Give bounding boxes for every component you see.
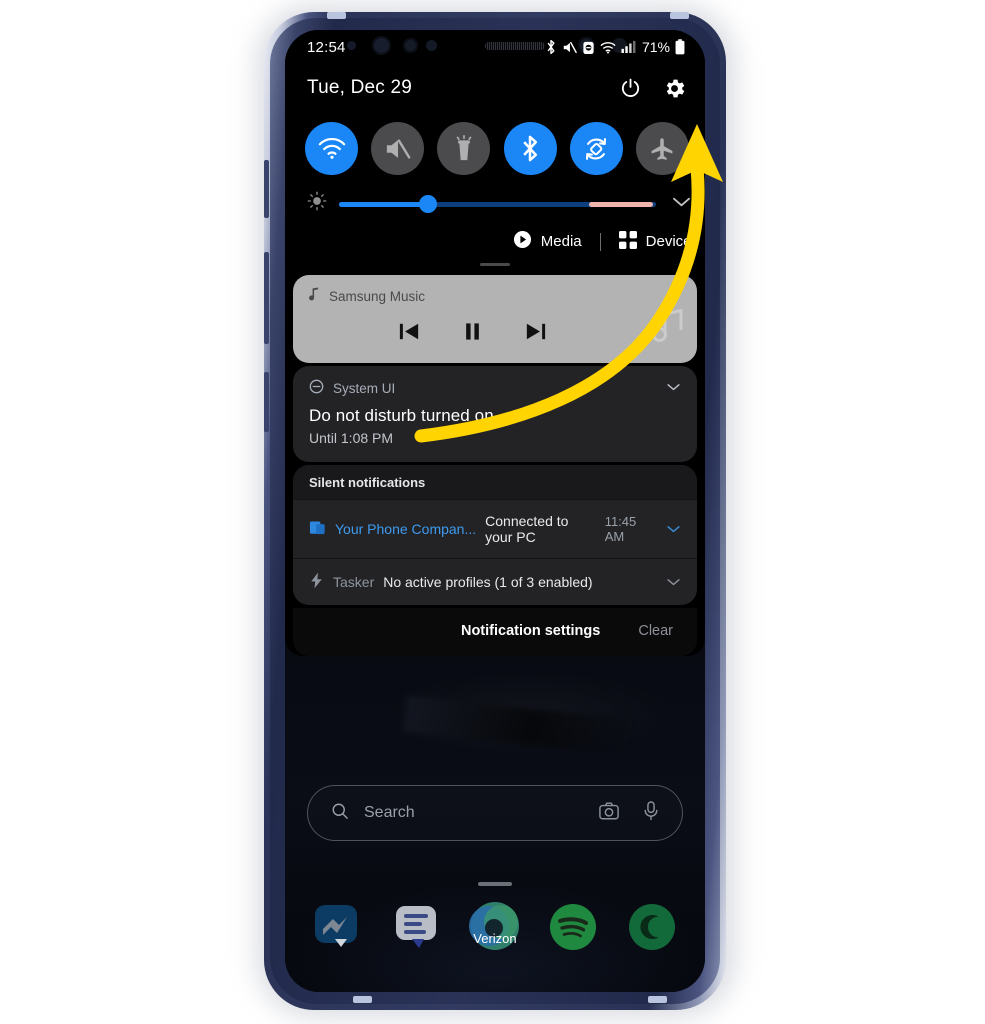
media-devices-row: Media Devices xyxy=(285,224,705,263)
brightness-row xyxy=(285,179,705,224)
volume-button[interactable] xyxy=(264,252,269,344)
brightness-fill xyxy=(339,201,428,207)
notification-time: 11:45 AM xyxy=(604,514,637,544)
dnd-subtitle: Until 1:08 PM xyxy=(309,430,394,446)
dock-app-messages[interactable] xyxy=(389,900,445,956)
dock-app-verizon[interactable]: Verizon xyxy=(467,900,523,956)
notification-shade: 12:54 71% Tue, Dec 29 Media Devices Sams… xyxy=(285,30,705,656)
notification-media-card[interactable]: Samsung Music xyxy=(293,275,697,363)
search-icon xyxy=(330,801,350,826)
your-phone-companion-icon xyxy=(309,519,326,539)
clear-button[interactable]: Clear xyxy=(638,623,673,639)
wallpaper-ridge xyxy=(403,696,637,756)
do-not-disturb-icon xyxy=(309,379,324,397)
status-bar: 12:54 71% xyxy=(285,30,705,64)
signal-icon xyxy=(621,40,636,54)
music-note-icon xyxy=(307,287,320,305)
quick-toggle-flashlight[interactable] xyxy=(437,122,491,175)
dock-app-cricket[interactable] xyxy=(624,900,680,956)
dnd-title: Do not disturb turned on xyxy=(309,406,494,425)
next-icon[interactable] xyxy=(523,319,548,349)
dock-app-label-verizon: Verizon xyxy=(473,931,517,946)
notification-body: Connected to your PC xyxy=(485,513,569,545)
frame-antenna-line-bottom-right xyxy=(648,996,667,1003)
panel-grabber[interactable] xyxy=(480,263,510,266)
tasker-bolt-icon xyxy=(309,572,324,592)
panel-header: Tue, Dec 29 xyxy=(285,64,705,112)
notification-row-tasker[interactable]: Tasker No active profiles (1 of 3 enable… xyxy=(293,558,697,605)
notification-settings-button[interactable]: Notification settings xyxy=(461,623,600,639)
camera-icon[interactable] xyxy=(598,801,620,826)
wifi-icon xyxy=(600,41,616,54)
chevron-down-icon[interactable] xyxy=(668,195,691,213)
phone-screen: Search Verizon 12:54 71% Tue, Dec 29 Med… xyxy=(285,30,705,992)
notification-app-name: Your Phone Compan... xyxy=(335,521,477,537)
chevron-down-icon[interactable] xyxy=(668,287,683,305)
brightness-icon xyxy=(307,191,327,216)
bixby-button[interactable] xyxy=(264,160,269,218)
quick-toggle-bluetooth[interactable] xyxy=(503,122,557,175)
notification-app-name: Tasker xyxy=(333,574,375,590)
notification-dnd-card[interactable]: System UI Do not disturb turned on Until… xyxy=(293,366,697,462)
quick-toggle-wifi[interactable] xyxy=(305,122,358,175)
gesture-home-bar[interactable] xyxy=(478,882,512,886)
app-dock: Verizon xyxy=(285,900,705,956)
devices-button-label: Devices xyxy=(645,233,699,250)
microphone-icon[interactable] xyxy=(642,800,660,827)
screenshot-stage: Search Verizon 12:54 71% Tue, Dec 29 Med… xyxy=(0,0,985,1024)
search-bar[interactable]: Search xyxy=(307,785,683,841)
quick-toggle-auto-rotate[interactable] xyxy=(569,122,623,175)
pause-icon[interactable] xyxy=(460,319,485,349)
media-button[interactable]: Media xyxy=(513,230,582,253)
mute-icon xyxy=(562,40,577,55)
panel-date: Tue, Dec 29 xyxy=(307,77,412,98)
media-button-label: Media xyxy=(540,233,582,250)
frame-antenna-line-top-left xyxy=(327,12,346,19)
dock-app-messenger[interactable] xyxy=(310,900,366,956)
quick-toggle-sound[interactable] xyxy=(371,122,425,175)
notification-list: Samsung Music System UI Do not disturb t… xyxy=(285,275,705,605)
silent-notifications-group: Silent notifications Your Phone Compan..… xyxy=(293,465,697,605)
bluetooth-icon xyxy=(545,39,557,55)
power-icon[interactable] xyxy=(619,77,642,100)
battery-percent-label: 71% xyxy=(641,39,670,55)
brightness-pink-segment xyxy=(589,201,653,207)
devices-grid-icon xyxy=(618,230,637,253)
notification-row-your-phone-companion[interactable]: Your Phone Compan... Connected to your P… xyxy=(293,499,697,558)
chevron-down-icon[interactable] xyxy=(666,379,681,397)
dnd-lock-icon xyxy=(582,40,595,55)
media-app-name: Samsung Music xyxy=(329,288,426,304)
brightness-thumb[interactable] xyxy=(418,194,437,213)
devices-button[interactable]: Devices xyxy=(618,230,699,253)
frame-antenna-line-top-right xyxy=(670,12,689,19)
gear-icon[interactable] xyxy=(662,76,687,101)
silent-notifications-header: Silent notifications xyxy=(293,465,697,499)
previous-icon[interactable] xyxy=(397,319,422,349)
search-input-placeholder[interactable]: Search xyxy=(364,804,584,822)
dnd-app-name: System UI xyxy=(333,380,396,396)
quick-settings-toggles xyxy=(285,112,705,179)
power-button[interactable] xyxy=(264,372,269,432)
brightness-slider[interactable] xyxy=(339,194,656,213)
battery-icon xyxy=(675,39,685,55)
chevron-down-icon[interactable] xyxy=(666,574,681,590)
dock-app-spotify[interactable] xyxy=(545,900,601,956)
notification-footer: Notification settings Clear xyxy=(293,608,697,656)
chevron-down-icon[interactable] xyxy=(666,521,681,537)
notification-body: No active profiles (1 of 3 enabled) xyxy=(383,574,593,590)
media-devices-divider xyxy=(599,232,601,251)
frame-antenna-line-bottom-left xyxy=(353,996,372,1003)
status-bar-icons: 71% xyxy=(545,39,685,55)
status-bar-clock: 12:54 xyxy=(307,38,346,56)
quick-toggle-airplane-mode[interactable] xyxy=(635,122,689,175)
album-art-placeholder-icon xyxy=(651,306,685,349)
play-circle-icon xyxy=(513,230,532,253)
